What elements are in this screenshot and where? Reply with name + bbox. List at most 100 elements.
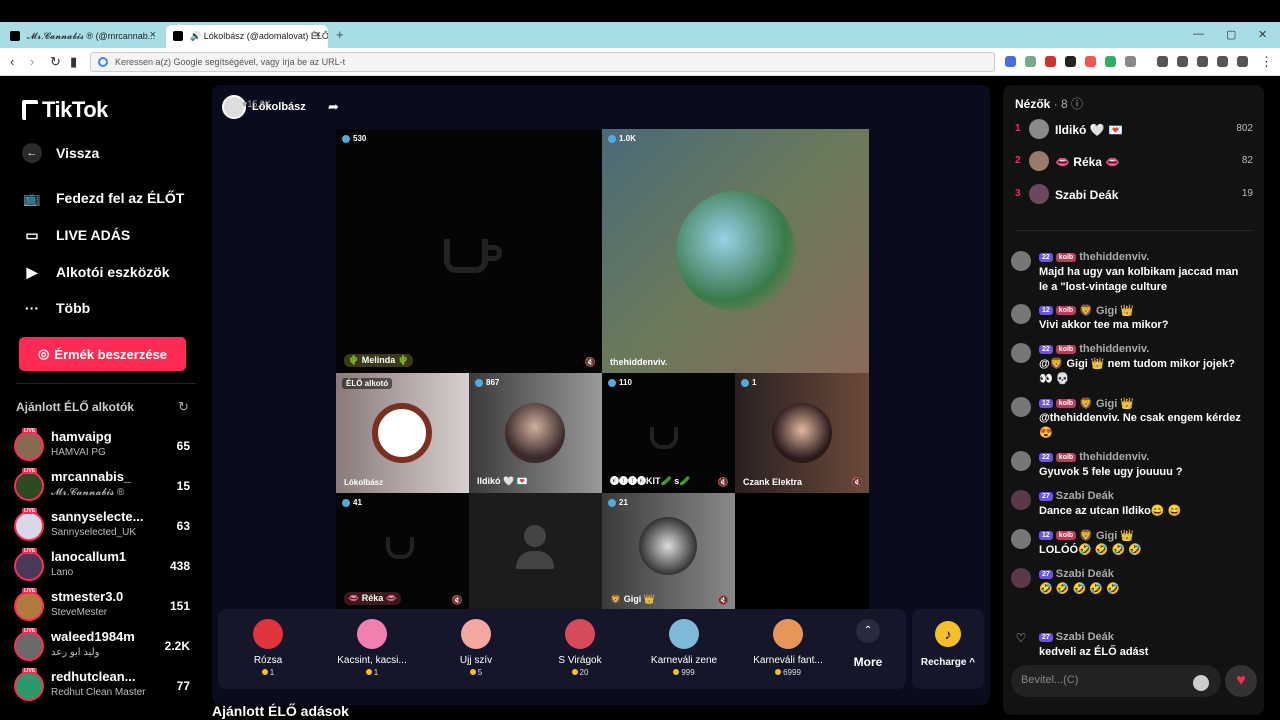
gift-name: Ujj szív [459, 655, 493, 666]
chat-username[interactable]: Szabi Deák [1056, 631, 1114, 643]
suggested-creator[interactable]: LIVE redhutclean... Redhut Clean Master … [14, 668, 194, 705]
gift-name: Karneváli zene [650, 655, 718, 666]
bookmark-icon[interactable]: ▮ [70, 54, 77, 70]
url-input[interactable]: Keressen a(z) Google segítségével, vagy … [90, 52, 995, 72]
minimize-icon[interactable]: — [1193, 28, 1204, 40]
chat-input[interactable]: Bevitel...(C) [1011, 665, 1221, 697]
guest-tile[interactable]: 867 Ildikó 🤍 💌 [469, 373, 602, 493]
ai-icon[interactable] [1217, 56, 1228, 67]
wallet-icon[interactable] [1197, 56, 1208, 67]
avatar[interactable] [1011, 343, 1031, 363]
chat-username[interactable]: 🦁 Gigi 👑 [1079, 304, 1134, 317]
get-coins-button[interactable]: ◎ Érmék beszerzése [19, 337, 186, 371]
avatar[interactable] [1011, 397, 1031, 417]
gift-finger-heart[interactable]: Ujj szív 5 [428, 615, 524, 677]
chat-username[interactable]: thehiddenviv. [1079, 343, 1149, 355]
rank: 1 [1015, 123, 1021, 134]
gift-wink[interactable]: Kacsint, kacsi... 1 [324, 615, 420, 677]
chat-panel: Nézők · 8 ⓘ 1 Ildikó 🤍 💌 802 2 👄 Réka 👄 … [1003, 85, 1264, 715]
emoji-icon[interactable] [1193, 675, 1209, 691]
suggested-creator[interactable]: LIVE hamvaipg HAMVAI PG 65 [14, 428, 194, 465]
shield-icon[interactable] [1237, 56, 1248, 67]
empty-guest-slot[interactable] [469, 493, 602, 611]
gift-carnival-fantasy[interactable]: Karneváli fant... 6999 [740, 615, 836, 677]
creator-username: redhutclean... [51, 669, 136, 684]
guest-name: 👄 Réka 👄 [344, 592, 401, 605]
avatar[interactable] [1011, 304, 1031, 324]
guest-tile[interactable]: 1.0K thehiddenviv. [602, 129, 869, 373]
more-gifts-button[interactable]: ⌃ More [848, 617, 888, 669]
forward-arrow-icon[interactable]: › [30, 54, 34, 69]
sidepanel-icon[interactable] [1177, 56, 1188, 67]
eye-icon [475, 378, 483, 387]
creator-username: hamvaipg [51, 429, 112, 444]
nav-item-explore-live[interactable]: 📺 Fedezd fel az ÉLŐT [22, 189, 184, 207]
help-icon[interactable]: ⓘ [1071, 97, 1083, 111]
top-viewer[interactable]: 1 Ildikó 🤍 💌 802 [1015, 119, 1253, 141]
gift-carnival-music[interactable]: Karneváli zene 999 [636, 615, 732, 677]
chat-username[interactable]: 🦁 Gigi 👑 [1079, 529, 1134, 542]
coffee-cup-icon [386, 537, 414, 559]
nav-item-creator-tools[interactable]: ▶ Alkotói eszközök [22, 263, 170, 281]
menu-icon[interactable]: ⋮ [1260, 54, 1273, 70]
back-arrow-icon[interactable]: ‹ [10, 54, 14, 69]
viewers-header[interactable]: Nézők · 8 ⓘ [1015, 95, 1083, 112]
chat-username[interactable]: Szabi Deák [1056, 568, 1114, 580]
top-viewer[interactable]: 3 Szabi Deák 19 [1015, 184, 1253, 206]
guest-tile[interactable]: 1 Czank Elektra 🔇 [735, 373, 869, 493]
refresh-icon[interactable]: ↻ [178, 399, 189, 415]
close-tab-icon[interactable]: × [315, 29, 321, 41]
top-viewer[interactable]: 2 👄 Réka 👄 82 [1015, 151, 1253, 173]
gift-rose[interactable]: Rózsa 1 [220, 615, 316, 677]
chat-username[interactable]: thehiddenviv. [1079, 451, 1149, 463]
recharge-label: Recharge ^ [920, 657, 976, 668]
finger-heart-gift-icon [461, 619, 491, 649]
recommended-lives-title: Ajánlott ÉLŐ adások [212, 703, 349, 719]
translate-extension-icon[interactable] [1005, 56, 1016, 67]
gift-flowers[interactable]: S Virágok 20 [532, 615, 628, 677]
avatar[interactable] [1011, 490, 1031, 510]
close-tab-icon[interactable]: × [150, 29, 156, 41]
host-tile[interactable]: ÉLŐ alkotó Lókolbász [336, 373, 469, 493]
back-button[interactable]: ← Vissza [22, 143, 99, 163]
guest-tile[interactable]: 41 👄 Réka 👄 🔇 [336, 493, 469, 611]
extension-icon[interactable] [1065, 56, 1076, 67]
avatar[interactable] [1011, 529, 1031, 549]
reload-icon[interactable]: ↻ [50, 54, 61, 70]
logo-text: TikTok [42, 97, 108, 122]
nav-item-go-live[interactable]: ▭ LIVE ADÁS [22, 226, 130, 244]
extension-icon[interactable] [1125, 56, 1136, 67]
avatar [14, 431, 44, 461]
media-icon[interactable] [1157, 56, 1168, 67]
close-window-icon[interactable]: ✕ [1258, 28, 1267, 41]
chat-username[interactable]: thehiddenviv. [1079, 251, 1149, 263]
suggested-creator[interactable]: LIVE stmester3.0 SteveMester 151 [14, 588, 194, 625]
avatar[interactable] [1011, 568, 1031, 588]
tiktok-logo[interactable]: TikTok [22, 97, 108, 123]
extension-icon[interactable] [1085, 56, 1096, 67]
nav-item-more[interactable]: ··· Több [22, 299, 90, 317]
suggested-creator[interactable]: LIVE lanocallum1 Lano 438 [14, 548, 194, 585]
suggested-creator[interactable]: LIVE sannyselecte... Sannyselected_UK 63 [14, 508, 194, 545]
extension-icon[interactable] [1045, 56, 1056, 67]
extension-icon[interactable] [1025, 56, 1036, 67]
browser-tab-lokolbasz[interactable]: 🔊 Lókolbász (@adomalovat) ÉLŐ × [166, 25, 328, 48]
recharge-button[interactable]: ♪ Recharge ^ [912, 609, 984, 689]
suggested-creator[interactable]: LIVE waleed1984m وليد ابو رعد 2.2K [14, 628, 194, 665]
maximize-icon[interactable]: ▢ [1226, 28, 1236, 41]
suggested-creator[interactable]: LIVE mrcannabis_ 𝓜𝓻.𝓒𝓪𝓷𝓷𝓪𝓫𝓲𝓼 ® 15 [14, 468, 194, 505]
chat-username[interactable]: 🦁 Gigi 👑 [1079, 397, 1134, 410]
extension-icon[interactable] [1105, 56, 1116, 67]
avatar [14, 631, 44, 661]
like-button[interactable]: ♥ [1225, 665, 1257, 697]
chat-username[interactable]: Szabi Deák [1056, 490, 1114, 502]
avatar[interactable] [1011, 251, 1031, 271]
browser-tab-mrcannabis[interactable]: 𝓜𝓻.𝓒𝓪𝓷𝓷𝓪𝓫𝓲𝓼 ® (@mrcannab... × [3, 25, 163, 48]
guest-tile[interactable]: 110 🅚🅘🅣🅚KIT🥒 s🥒 🔇 [602, 373, 735, 493]
live-tv-icon: 📺 [23, 189, 41, 206]
new-tab-icon[interactable]: + [336, 27, 344, 42]
guest-tile[interactable]: 530 🌵 Melinda 🌵 🔇 [336, 129, 602, 373]
guest-tile[interactable]: 21 🦁 Gigi 👑 🔇 [602, 493, 735, 611]
avatar[interactable] [1011, 451, 1031, 471]
share-icon[interactable]: ➦ [328, 99, 339, 115]
